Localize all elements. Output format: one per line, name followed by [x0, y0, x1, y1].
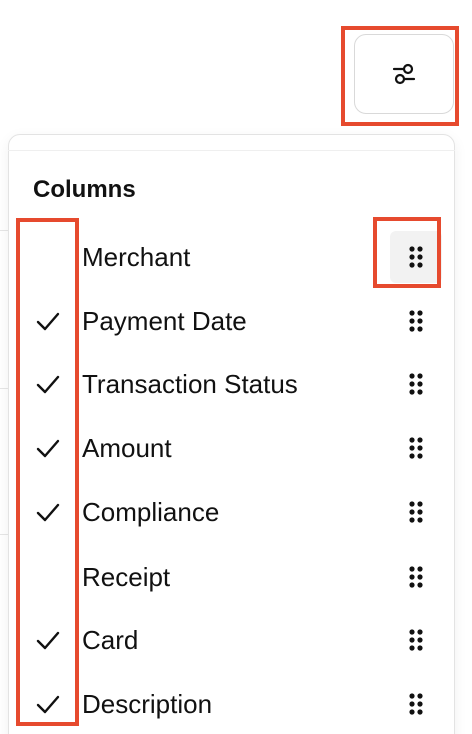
- drag-handle-icon[interactable]: [390, 614, 442, 666]
- column-label: Transaction Status: [82, 369, 298, 399]
- table-divider: [0, 230, 8, 231]
- column-label: Merchant: [82, 242, 191, 272]
- drag-handle-icon[interactable]: [390, 551, 442, 603]
- table-divider: [0, 388, 8, 389]
- column-label: Amount: [82, 433, 172, 463]
- popover-divider: [8, 150, 455, 151]
- drag-handle-icon[interactable]: [390, 295, 442, 347]
- column-label: Compliance: [82, 497, 220, 527]
- column-label: Card: [82, 625, 139, 655]
- column-label: Receipt: [82, 562, 171, 592]
- highlight-box-drag-handle: [373, 217, 441, 288]
- drag-handle-icon[interactable]: [390, 422, 442, 474]
- highlight-box-checkmarks: [16, 218, 79, 726]
- drag-handle-icon[interactable]: [390, 358, 442, 410]
- highlight-box-settings-button: [341, 26, 459, 126]
- stage: Columns Merchant Payment Date Transaction …: [0, 0, 472, 734]
- drag-handle-icon[interactable]: [390, 678, 442, 730]
- drag-handle-icon[interactable]: [390, 486, 442, 538]
- table-divider: [0, 534, 8, 535]
- column-label: Payment Date: [82, 306, 247, 336]
- column-label: Description: [82, 689, 213, 719]
- popover-title: Columns: [33, 176, 136, 203]
